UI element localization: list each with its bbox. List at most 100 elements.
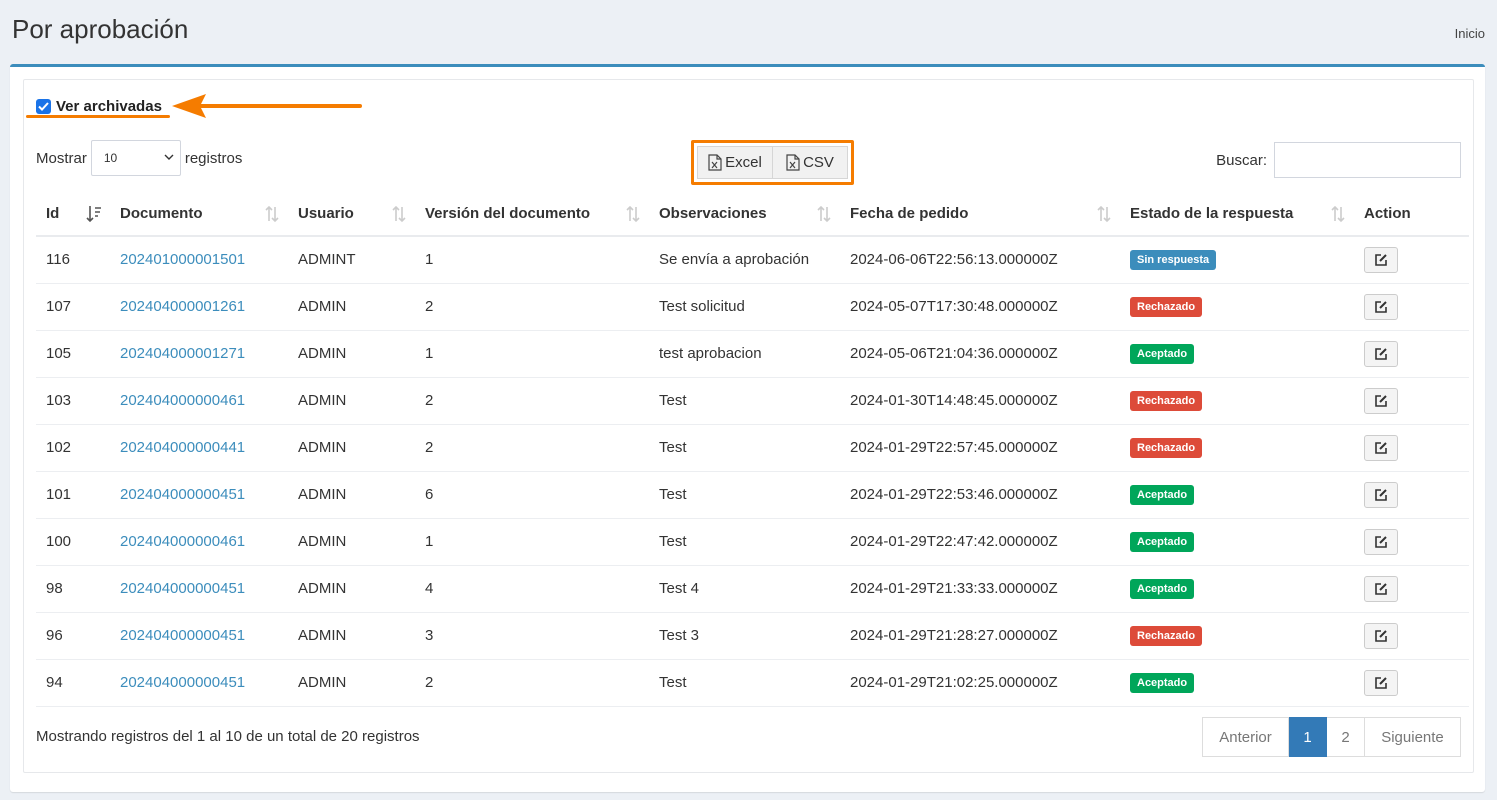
- cell-observaciones: test aprobacion: [649, 330, 840, 378]
- cell-version: 1: [415, 330, 649, 378]
- edit-button[interactable]: [1364, 669, 1398, 696]
- cell-fecha: 2024-01-29T21:02:25.000000Z: [840, 659, 1120, 707]
- document-link[interactable]: 202404000000451: [120, 627, 245, 644]
- breadcrumb-home[interactable]: Inicio: [1455, 26, 1485, 41]
- sort-both-icon: [1097, 205, 1111, 223]
- cell-estado: Rechazado: [1120, 424, 1354, 472]
- sort-both-icon: [392, 205, 406, 223]
- cell-documento: 202404000001271: [110, 330, 288, 378]
- edit-button[interactable]: [1364, 387, 1398, 414]
- document-link[interactable]: 202404000001261: [120, 298, 245, 315]
- cell-action: [1354, 471, 1469, 519]
- cell-usuario: ADMIN: [288, 612, 415, 660]
- column-header-id[interactable]: Id: [36, 191, 110, 237]
- cell-estado: Aceptado: [1120, 471, 1354, 519]
- status-badge: Aceptado: [1130, 343, 1195, 364]
- cell-documento: 202404000000451: [110, 471, 288, 519]
- export-csv-button[interactable]: CSV: [773, 146, 848, 179]
- archive-toggle[interactable]: Ver archivadas: [36, 96, 162, 116]
- cell-estado: Rechazado: [1120, 612, 1354, 660]
- cell-estado: Aceptado: [1120, 565, 1354, 613]
- cell-action: [1354, 612, 1469, 660]
- cell-id: 94: [36, 659, 110, 707]
- approvals-table: Id Documento Usuario Versión del documen…: [36, 191, 1469, 707]
- edit-button[interactable]: [1364, 481, 1398, 508]
- status-badge: Aceptado: [1130, 484, 1195, 505]
- export-csv-label: CSV: [803, 154, 834, 171]
- export-excel-label: Excel: [725, 154, 762, 171]
- cell-estado: Aceptado: [1120, 659, 1354, 707]
- sort-both-icon: [817, 205, 831, 223]
- document-link[interactable]: 202404000001271: [120, 345, 245, 362]
- export-excel-button[interactable]: Excel: [697, 146, 773, 179]
- page-length-control: Mostrar 10 registros: [36, 140, 242, 176]
- document-link[interactable]: 202404000000441: [120, 439, 245, 456]
- cell-observaciones: Test: [649, 424, 840, 472]
- cell-usuario: ADMIN: [288, 283, 415, 331]
- document-link[interactable]: 202404000000451: [120, 486, 245, 503]
- table-row: 101 202404000000451 ADMIN 6 Test 2024-01-29T2…: [36, 471, 1469, 519]
- cell-usuario: ADMIN: [288, 424, 415, 472]
- pagination-page-1[interactable]: 1: [1289, 717, 1327, 757]
- cell-id: 100: [36, 518, 110, 566]
- document-link[interactable]: 202404000000461: [120, 533, 245, 550]
- column-header-estado[interactable]: Estado de la respuesta: [1120, 191, 1354, 237]
- status-badge: Aceptado: [1130, 672, 1195, 693]
- table-info: Mostrando registros del 1 al 10 de un to…: [36, 728, 420, 745]
- table-row: 116 202401000001501 ADMINT 1 Se envía a apro…: [36, 236, 1469, 284]
- edit-icon: [1375, 535, 1387, 548]
- edit-button[interactable]: [1364, 575, 1398, 602]
- cell-id: 98: [36, 565, 110, 613]
- pagination-page-2[interactable]: 2: [1327, 717, 1365, 757]
- document-link[interactable]: 202401000001501: [120, 251, 245, 268]
- cell-fecha: 2024-01-30T14:48:45.000000Z: [840, 377, 1120, 425]
- sort-both-icon: [265, 205, 279, 223]
- column-header-usuario[interactable]: Usuario: [288, 191, 415, 237]
- cell-documento: 202404000000451: [110, 612, 288, 660]
- cell-fecha: 2024-01-29T22:53:46.000000Z: [840, 471, 1120, 519]
- table-header-row: Id Documento Usuario Versión del documen…: [36, 191, 1469, 237]
- edit-icon: [1375, 629, 1387, 642]
- excel-file-icon: [708, 154, 722, 171]
- cell-usuario: ADMIN: [288, 518, 415, 566]
- table-row: 100 202404000000461 ADMIN 1 Test 2024-01-29T2…: [36, 518, 1469, 566]
- page-length-select[interactable]: 10: [90, 140, 181, 176]
- edit-button[interactable]: [1364, 340, 1398, 367]
- column-header-version[interactable]: Versión del documento: [415, 191, 649, 237]
- cell-id: 103: [36, 377, 110, 425]
- edit-button[interactable]: [1364, 246, 1398, 273]
- edit-icon: [1375, 300, 1387, 313]
- table-panel: Ver archivadas Mostrar 10 registros Exce…: [23, 79, 1474, 773]
- edit-button[interactable]: [1364, 293, 1398, 320]
- cell-estado: Aceptado: [1120, 330, 1354, 378]
- document-link[interactable]: 202404000000461: [120, 392, 245, 409]
- content-box: Ver archivadas Mostrar 10 registros Exce…: [10, 64, 1485, 792]
- cell-id: 116: [36, 236, 110, 284]
- pagination-next[interactable]: Siguiente: [1365, 717, 1461, 757]
- document-link[interactable]: 202404000000451: [120, 580, 245, 597]
- cell-estado: Rechazado: [1120, 377, 1354, 425]
- edit-icon: [1375, 394, 1387, 407]
- cell-action: [1354, 565, 1469, 613]
- cell-version: 2: [415, 659, 649, 707]
- edit-button[interactable]: [1364, 622, 1398, 649]
- archive-checkbox[interactable]: [36, 98, 51, 114]
- document-link[interactable]: 202404000000451: [120, 674, 245, 691]
- sort-both-icon: [1331, 205, 1345, 223]
- table-row: 94 202404000000451 ADMIN 2 Test 2024-01-29T21…: [36, 659, 1469, 707]
- sort-desc-icon: [86, 206, 101, 223]
- cell-version: 1: [415, 236, 649, 284]
- edit-icon: [1375, 676, 1387, 689]
- sort-both-icon: [626, 205, 640, 223]
- cell-fecha: 2024-01-29T22:47:42.000000Z: [840, 518, 1120, 566]
- pagination-prev[interactable]: Anterior: [1202, 717, 1289, 757]
- cell-documento: 202404000000451: [110, 565, 288, 613]
- cell-documento: 202401000001501: [110, 236, 288, 284]
- column-header-documento[interactable]: Documento: [110, 191, 288, 237]
- column-header-fecha[interactable]: Fecha de pedido: [840, 191, 1120, 237]
- column-header-observaciones[interactable]: Observaciones: [649, 191, 840, 237]
- edit-button[interactable]: [1364, 434, 1398, 461]
- cell-documento: 202404000000461: [110, 518, 288, 566]
- edit-button[interactable]: [1364, 528, 1398, 555]
- search-input[interactable]: [1274, 142, 1461, 178]
